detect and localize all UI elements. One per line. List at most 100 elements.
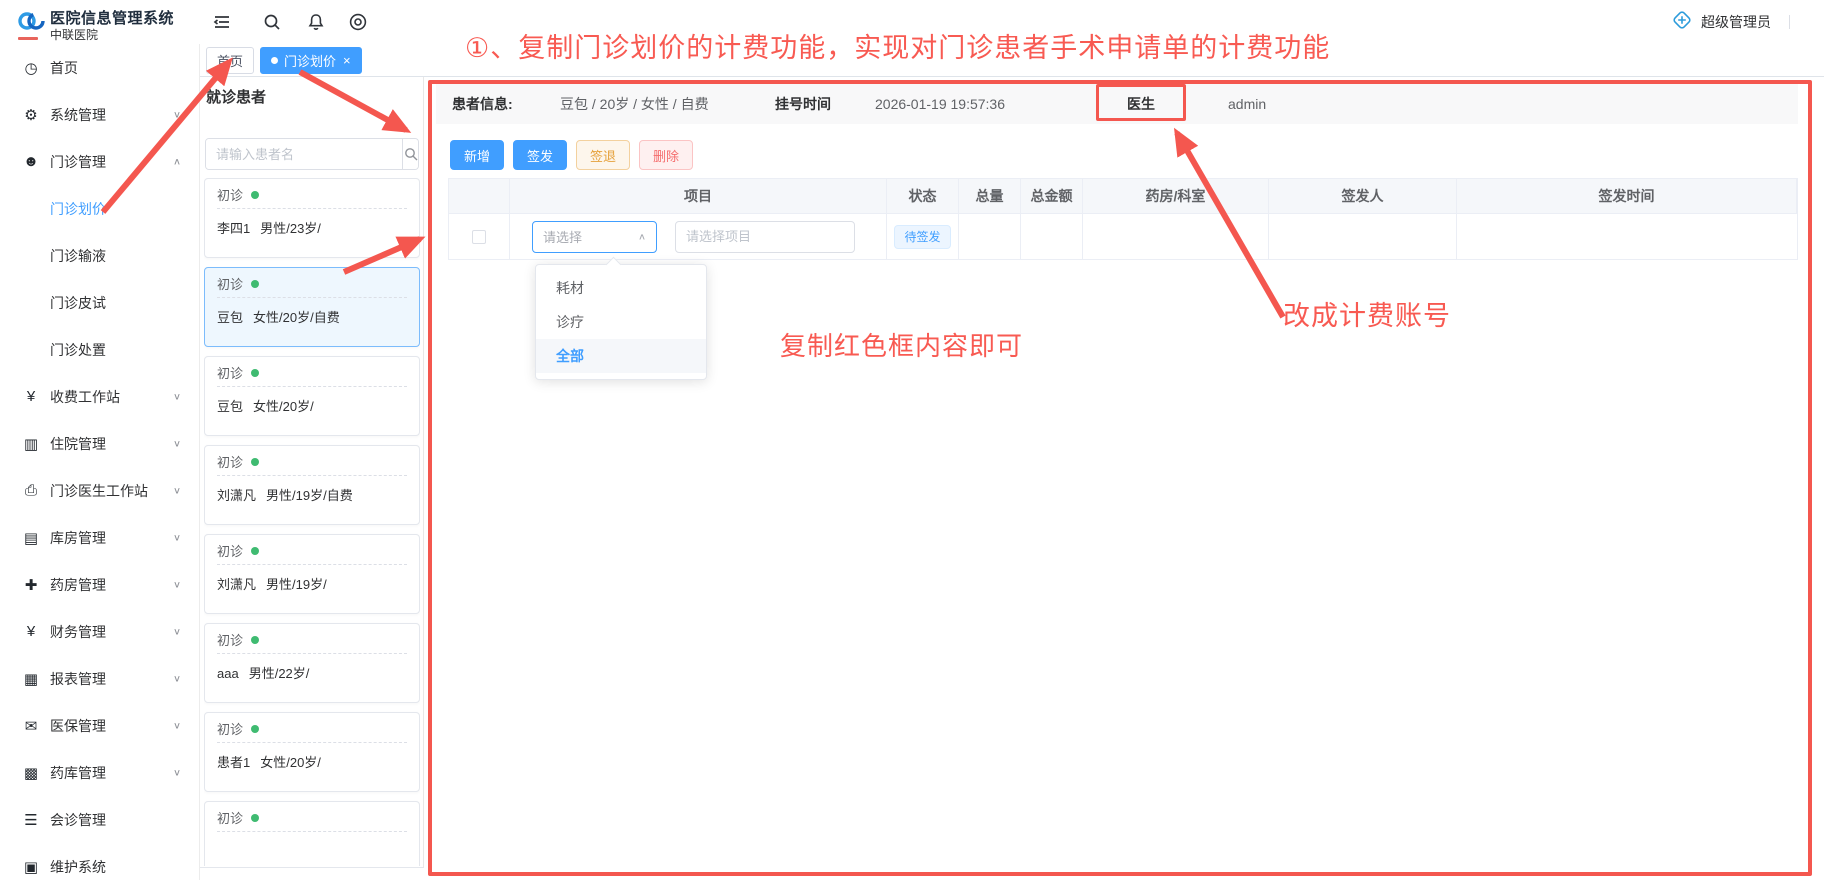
tab[interactable]: 首页 × (206, 47, 254, 74)
column-header: 总量 (959, 179, 1021, 214)
user-role[interactable]: 超级管理员 (1701, 12, 1771, 32)
visit-type-label: 初诊 (217, 808, 243, 827)
patient-info-label: 患者信息: (452, 84, 513, 124)
cell-issuer (1269, 214, 1457, 260)
document-icon: ▤ (22, 529, 40, 547)
sidebar-item[interactable]: ▤ 库房管理 ∨ (0, 514, 199, 561)
patient-search-button[interactable] (402, 139, 418, 169)
sidebar-item[interactable]: ⚙ 系统管理 ∨ (0, 91, 199, 138)
sidebar-item[interactable]: ▦ 报表管理 ∨ (0, 655, 199, 702)
action-toolbar: 新增签发签退删除 (450, 140, 693, 170)
sidebar-item[interactable]: 门诊皮试 (0, 279, 199, 326)
visit-type-label: 初诊 (217, 363, 243, 382)
category-dropdown: 耗材诊疗全部 (535, 264, 707, 380)
patient-card[interactable]: 初诊 刘潇凡男性/19岁/ (204, 534, 420, 614)
item-search-input[interactable] (675, 221, 855, 253)
patient-name: 刘潇凡 (217, 488, 256, 503)
toolbar-button[interactable]: 签发 (513, 140, 567, 170)
sidebar-item[interactable]: 门诊处置 (0, 326, 199, 373)
toolbar-button[interactable]: 新增 (450, 140, 504, 170)
row-checkbox[interactable] (472, 230, 486, 244)
chevron-icon: ∨ (173, 109, 181, 120)
sidebar-item[interactable]: ▣ 维护系统 (0, 843, 199, 880)
chevron-icon: ∨ (173, 532, 181, 543)
app-title: 医院信息管理系统 (50, 7, 174, 28)
search-icon[interactable] (262, 12, 282, 32)
patient-panel-title: 就诊患者 (206, 86, 266, 107)
active-dot (271, 57, 278, 64)
patient-search (205, 138, 419, 170)
patient-card-list: 初诊 李四1男性/23岁/ 初诊 豆包女性/20岁/自费 初诊 豆包女性/20岁… (204, 178, 420, 866)
sidebar-item[interactable]: ▥ 住院管理 ∨ (0, 420, 199, 467)
dropdown-option[interactable]: 诊疗 (536, 305, 706, 339)
patient-name: 患者1 (217, 755, 250, 770)
logo-subtext (18, 37, 38, 40)
patient-card[interactable]: 初诊 患者1女性/20岁/ (204, 712, 420, 792)
column-header: 签发时间 (1457, 179, 1797, 214)
chevron-icon: ∨ (173, 673, 181, 684)
category-select[interactable]: 请选择 ∧ (532, 221, 657, 253)
dropdown-option[interactable]: 全部 (536, 339, 706, 373)
chevron-icon: ∨ (173, 626, 181, 637)
patient-card[interactable]: 初诊 豆包女性/20岁/ (204, 356, 420, 436)
category-select-placeholder: 请选择 (543, 227, 638, 246)
cell-issue-time (1457, 214, 1797, 260)
patient-meta: 男性/19岁/ (266, 577, 327, 592)
chevron-icon: ∨ (173, 485, 181, 496)
cell-total-qty (959, 214, 1021, 260)
visit-type-label: 初诊 (217, 630, 243, 649)
toolbar-button[interactable]: 签退 (576, 140, 630, 170)
dropdown-option[interactable]: 耗材 (536, 271, 706, 305)
bell-icon[interactable] (306, 12, 326, 32)
sidebar-item[interactable]: ▩ 药库管理 ∨ (0, 749, 199, 796)
app-org: 中联医院 (50, 26, 98, 43)
patient-search-input[interactable] (206, 139, 402, 169)
sidebar-item[interactable]: ◷ 首页 (0, 44, 199, 91)
picture-icon: ▩ (22, 764, 40, 782)
patient-card[interactable]: 初诊 (204, 801, 420, 866)
patient-card[interactable]: 初诊 豆包女性/20岁/自费 (204, 267, 420, 347)
patient-card[interactable]: 初诊 李四1男性/23岁/ (204, 178, 420, 258)
monitor-icon: ⎙ (22, 482, 40, 499)
items-table: 项目状态总量总金额药房/科室签发人签发时间 请选择 ∧ 待签发 (448, 178, 1798, 260)
sidebar-item[interactable]: ¥ 财务管理 ∨ (0, 608, 199, 655)
chevron-icon: ∨ (173, 579, 181, 590)
column-header: 药房/科室 (1083, 179, 1269, 214)
patient-name: 李四1 (217, 221, 250, 236)
patient-name: aaa (217, 666, 239, 681)
sidebar-item[interactable]: ✚ 药房管理 ∨ (0, 561, 199, 608)
close-icon[interactable]: × (343, 54, 351, 67)
column-header: 总金额 (1021, 179, 1083, 214)
yen-icon: ¥ (22, 388, 40, 405)
chevron-icon: ∨ (173, 391, 181, 402)
sidebar-item[interactable]: 门诊输液 (0, 232, 199, 279)
column-header: 状态 (887, 179, 959, 214)
user-icon: ☻ (22, 153, 40, 170)
reg-time-label: 挂号时间 (775, 84, 831, 124)
patient-meta: 女性/20岁/ (253, 399, 314, 414)
status-dot (251, 636, 259, 644)
visit-type-label: 初诊 (217, 541, 243, 560)
tab[interactable]: 门诊划价 × (260, 47, 362, 74)
sidebar-item[interactable]: ☰ 会诊管理 (0, 796, 199, 843)
cell-total-amount (1021, 214, 1083, 260)
chevron-icon: ∨ (173, 767, 181, 778)
gear-icon: ⚙ (22, 106, 40, 124)
sidebar-item[interactable]: ✉ 医保管理 ∨ (0, 702, 199, 749)
sidebar-item[interactable]: 门诊划价 (0, 185, 199, 232)
theme-circle-icon[interactable] (348, 12, 368, 32)
column-header (449, 179, 510, 214)
sidebar-item[interactable]: ¥ 收费工作站 ∨ (0, 373, 199, 420)
sidebar-item[interactable]: ☻ 门诊管理 ∧ (0, 138, 199, 185)
patient-name: 豆包 (217, 399, 243, 414)
visit-type-label: 初诊 (217, 185, 243, 204)
patient-meta: 男性/19岁/自费 (266, 488, 353, 503)
toolbar-button[interactable]: 删除 (639, 140, 693, 170)
patient-card[interactable]: 初诊 刘潇凡男性/19岁/自费 (204, 445, 420, 525)
status-dot (251, 280, 259, 288)
visit-type-label: 初诊 (217, 452, 243, 471)
patient-card[interactable]: 初诊 aaa男性/22岁/ (204, 623, 420, 703)
patient-meta: 女性/20岁/自费 (253, 310, 340, 325)
sidebar-item[interactable]: ⎙ 门诊医生工作站 ∨ (0, 467, 199, 514)
menu-fold-icon[interactable] (212, 12, 232, 32)
